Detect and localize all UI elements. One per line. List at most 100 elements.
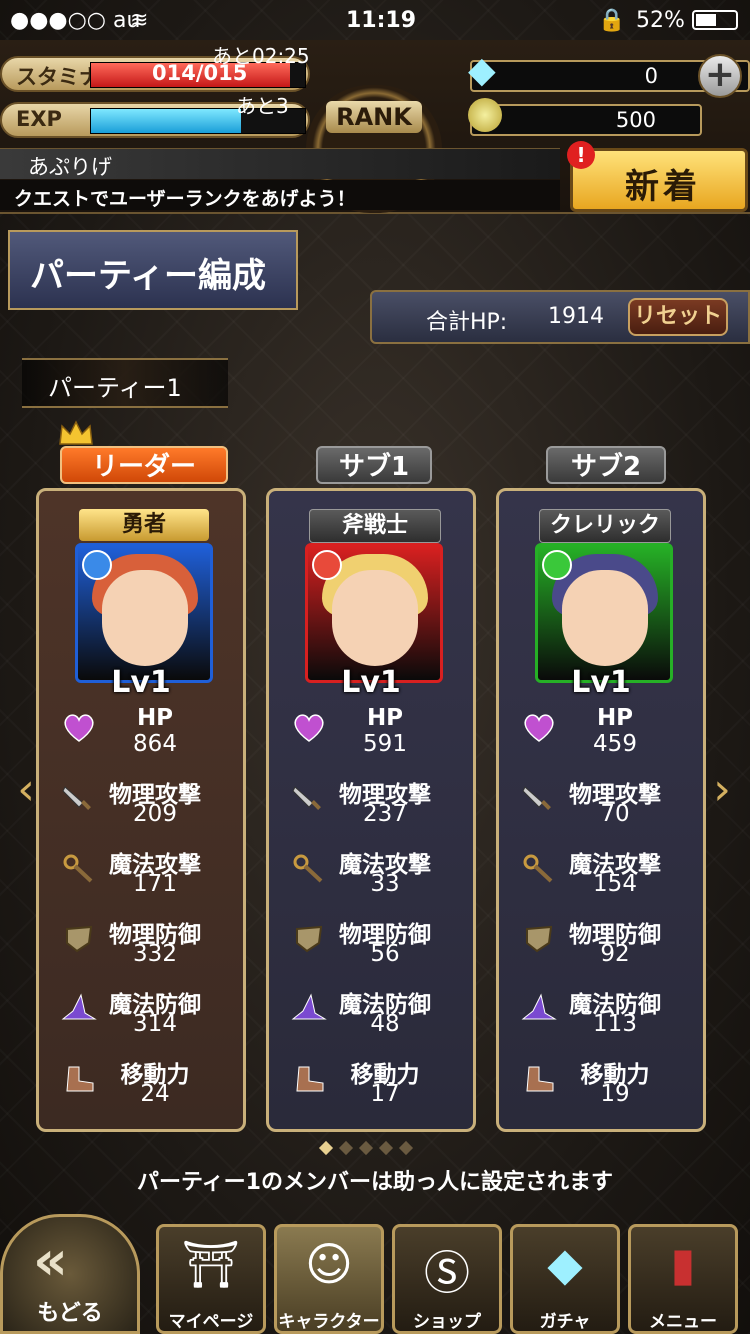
- member-card-sub1[interactable]: 斧戦士 Lv1 HP 591 物理攻撃 237 魔法攻撃 33 物理防御 56 魔法防御 48 移動…: [266, 488, 476, 1132]
- witch-hat-icon: [291, 993, 327, 1023]
- nav-menu[interactable]: ▮ メニュー: [628, 1224, 738, 1334]
- character-portrait: [305, 543, 443, 683]
- stat-value: 92: [600, 941, 630, 967]
- back-button[interactable]: « もどる: [0, 1214, 140, 1334]
- gold-coin-icon: [468, 98, 502, 132]
- page-dot: [358, 1140, 374, 1156]
- page-dot: [338, 1140, 354, 1156]
- stat-value: 24: [140, 1081, 170, 1107]
- stat-value: 209: [133, 801, 177, 827]
- stat-row-patk: 物理攻撃 70: [499, 775, 703, 839]
- player-name: あぷりげ: [28, 155, 112, 179]
- bottom-nav: « もどる ⛩ マイページ ☺ キャラクター Ⓢ ショップ ◆ ガチャ ▮ メニ…: [0, 1196, 750, 1334]
- back-arrow-icon: «: [33, 1229, 68, 1292]
- shield-icon: [291, 923, 327, 953]
- job-label: クレリック: [539, 509, 671, 543]
- stat-row-matk: 魔法攻撃 171: [39, 845, 243, 909]
- gold-count: 500: [615, 108, 656, 132]
- axe-emblem-icon: [312, 550, 342, 580]
- stat-row-move: 移動力 17: [269, 1055, 473, 1119]
- nav-gacha[interactable]: ◆ ガチャ: [510, 1224, 620, 1334]
- add-gems-button[interactable]: +: [698, 54, 742, 98]
- helper-note: パーティー1のメンバーは助っ人に設定されます: [137, 1170, 613, 1195]
- heart-icon: [61, 713, 97, 743]
- gem-icon: ◆: [468, 50, 496, 91]
- stat-value: 864: [133, 731, 177, 757]
- slot-tag-leader: リーダー: [60, 446, 228, 484]
- stat-value: 19: [600, 1081, 630, 1107]
- stat-row-mdef: 魔法防御 113: [499, 985, 703, 1049]
- staff-icon: [521, 853, 557, 883]
- stat-row-patk: 物理攻撃 237: [269, 775, 473, 839]
- stat-row-hp: HP 864: [39, 705, 243, 769]
- nav-mypage[interactable]: ⛩ マイページ: [156, 1224, 266, 1334]
- sword-icon: [291, 783, 327, 813]
- character-portrait: [75, 543, 213, 683]
- character-portrait: [535, 543, 673, 683]
- prev-party-arrow-icon[interactable]: ‹: [10, 760, 42, 820]
- party-tab[interactable]: パーティー1: [22, 358, 228, 408]
- stat-row-hp: HP 459: [499, 705, 703, 769]
- cross-emblem-icon: [542, 550, 572, 580]
- boot-icon: [521, 1063, 557, 1093]
- carrier-signal: ●●●○○ au: [10, 8, 141, 33]
- shield-icon: [521, 923, 557, 953]
- member-card-sub2[interactable]: クレリック Lv1 HP 459 物理攻撃 70 魔法攻撃 154 物理防御 92 魔法防御 11…: [496, 488, 706, 1132]
- total-hp-value: 1914: [548, 304, 604, 329]
- news-label: 新着: [625, 167, 701, 207]
- exp-label: EXP: [16, 107, 62, 131]
- stat-value: 459: [593, 731, 637, 757]
- shield-icon: [61, 923, 97, 953]
- wifi-icon: ≋: [130, 8, 149, 33]
- stat-row-move: 移動力 24: [39, 1055, 243, 1119]
- page-title: パーティー編成: [30, 256, 266, 296]
- gold-bar: 500: [468, 98, 702, 136]
- stat-row-patk: 物理攻撃 209: [39, 775, 243, 839]
- stat-row-mdef: 魔法防御 314: [39, 985, 243, 1049]
- character-icon: ☺: [305, 1237, 353, 1291]
- staff-icon: [291, 853, 327, 883]
- level-label: Lv1: [111, 665, 171, 700]
- stat-row-hp: HP 591: [269, 705, 473, 769]
- stat-value: 17: [370, 1081, 400, 1107]
- member-card-leader[interactable]: 勇者 Lv1 HP 864 物理攻撃 209 魔法攻撃 171 物理防御 332 魔法防御 314…: [36, 488, 246, 1132]
- gem-count: 0: [644, 64, 658, 88]
- reset-button[interactable]: リセット: [628, 298, 728, 336]
- job-label: 勇者: [79, 509, 209, 541]
- rotation-lock-icon: 🔒: [598, 8, 626, 33]
- stat-row-pdef: 物理防御 92: [499, 915, 703, 979]
- stat-row-matk: 魔法攻撃 33: [269, 845, 473, 909]
- book-icon: ▮: [670, 1237, 696, 1291]
- nav-character[interactable]: ☺ キャラクター: [274, 1224, 384, 1334]
- stat-row-move: 移動力 19: [499, 1055, 703, 1119]
- stat-row-matk: 魔法攻撃 154: [499, 845, 703, 909]
- stat-row-pdef: 物理防御 56: [269, 915, 473, 979]
- stat-value: 171: [133, 871, 177, 897]
- exp-fill: [91, 109, 241, 133]
- page-dot: [398, 1140, 414, 1156]
- crystal-icon: ◆: [547, 1237, 583, 1291]
- heart-icon: [521, 713, 557, 743]
- exp-remaining: あと3: [236, 94, 289, 118]
- battery-percent: 52%: [636, 8, 685, 33]
- rank-label: RANK: [326, 101, 422, 133]
- stat-value: 154: [593, 871, 637, 897]
- level-label: Lv1: [571, 665, 631, 700]
- stat-row-pdef: 物理防御 332: [39, 915, 243, 979]
- total-hp-panel: 合計HP: 1914 リセット: [370, 290, 750, 344]
- stat-value: 237: [363, 801, 407, 827]
- total-hp-label: 合計HP:: [426, 310, 508, 335]
- next-party-arrow-icon[interactable]: ›: [706, 760, 738, 820]
- party-tab-label: パーティー1: [48, 374, 182, 402]
- job-label: 斧戦士: [309, 509, 441, 543]
- stat-row-mdef: 魔法防御 48: [269, 985, 473, 1049]
- stat-value: 70: [600, 801, 630, 827]
- page-dot: [378, 1140, 394, 1156]
- news-button[interactable]: ! 新着: [567, 141, 748, 212]
- nav-shop[interactable]: Ⓢ ショップ: [392, 1224, 502, 1334]
- heart-icon: [291, 713, 327, 743]
- slot-tag-sub2: サブ2: [546, 446, 666, 484]
- shield-emblem-icon: [82, 550, 112, 580]
- hint-text: クエストでユーザーランクをあげよう！: [14, 188, 356, 210]
- stat-name: HP: [366, 705, 404, 731]
